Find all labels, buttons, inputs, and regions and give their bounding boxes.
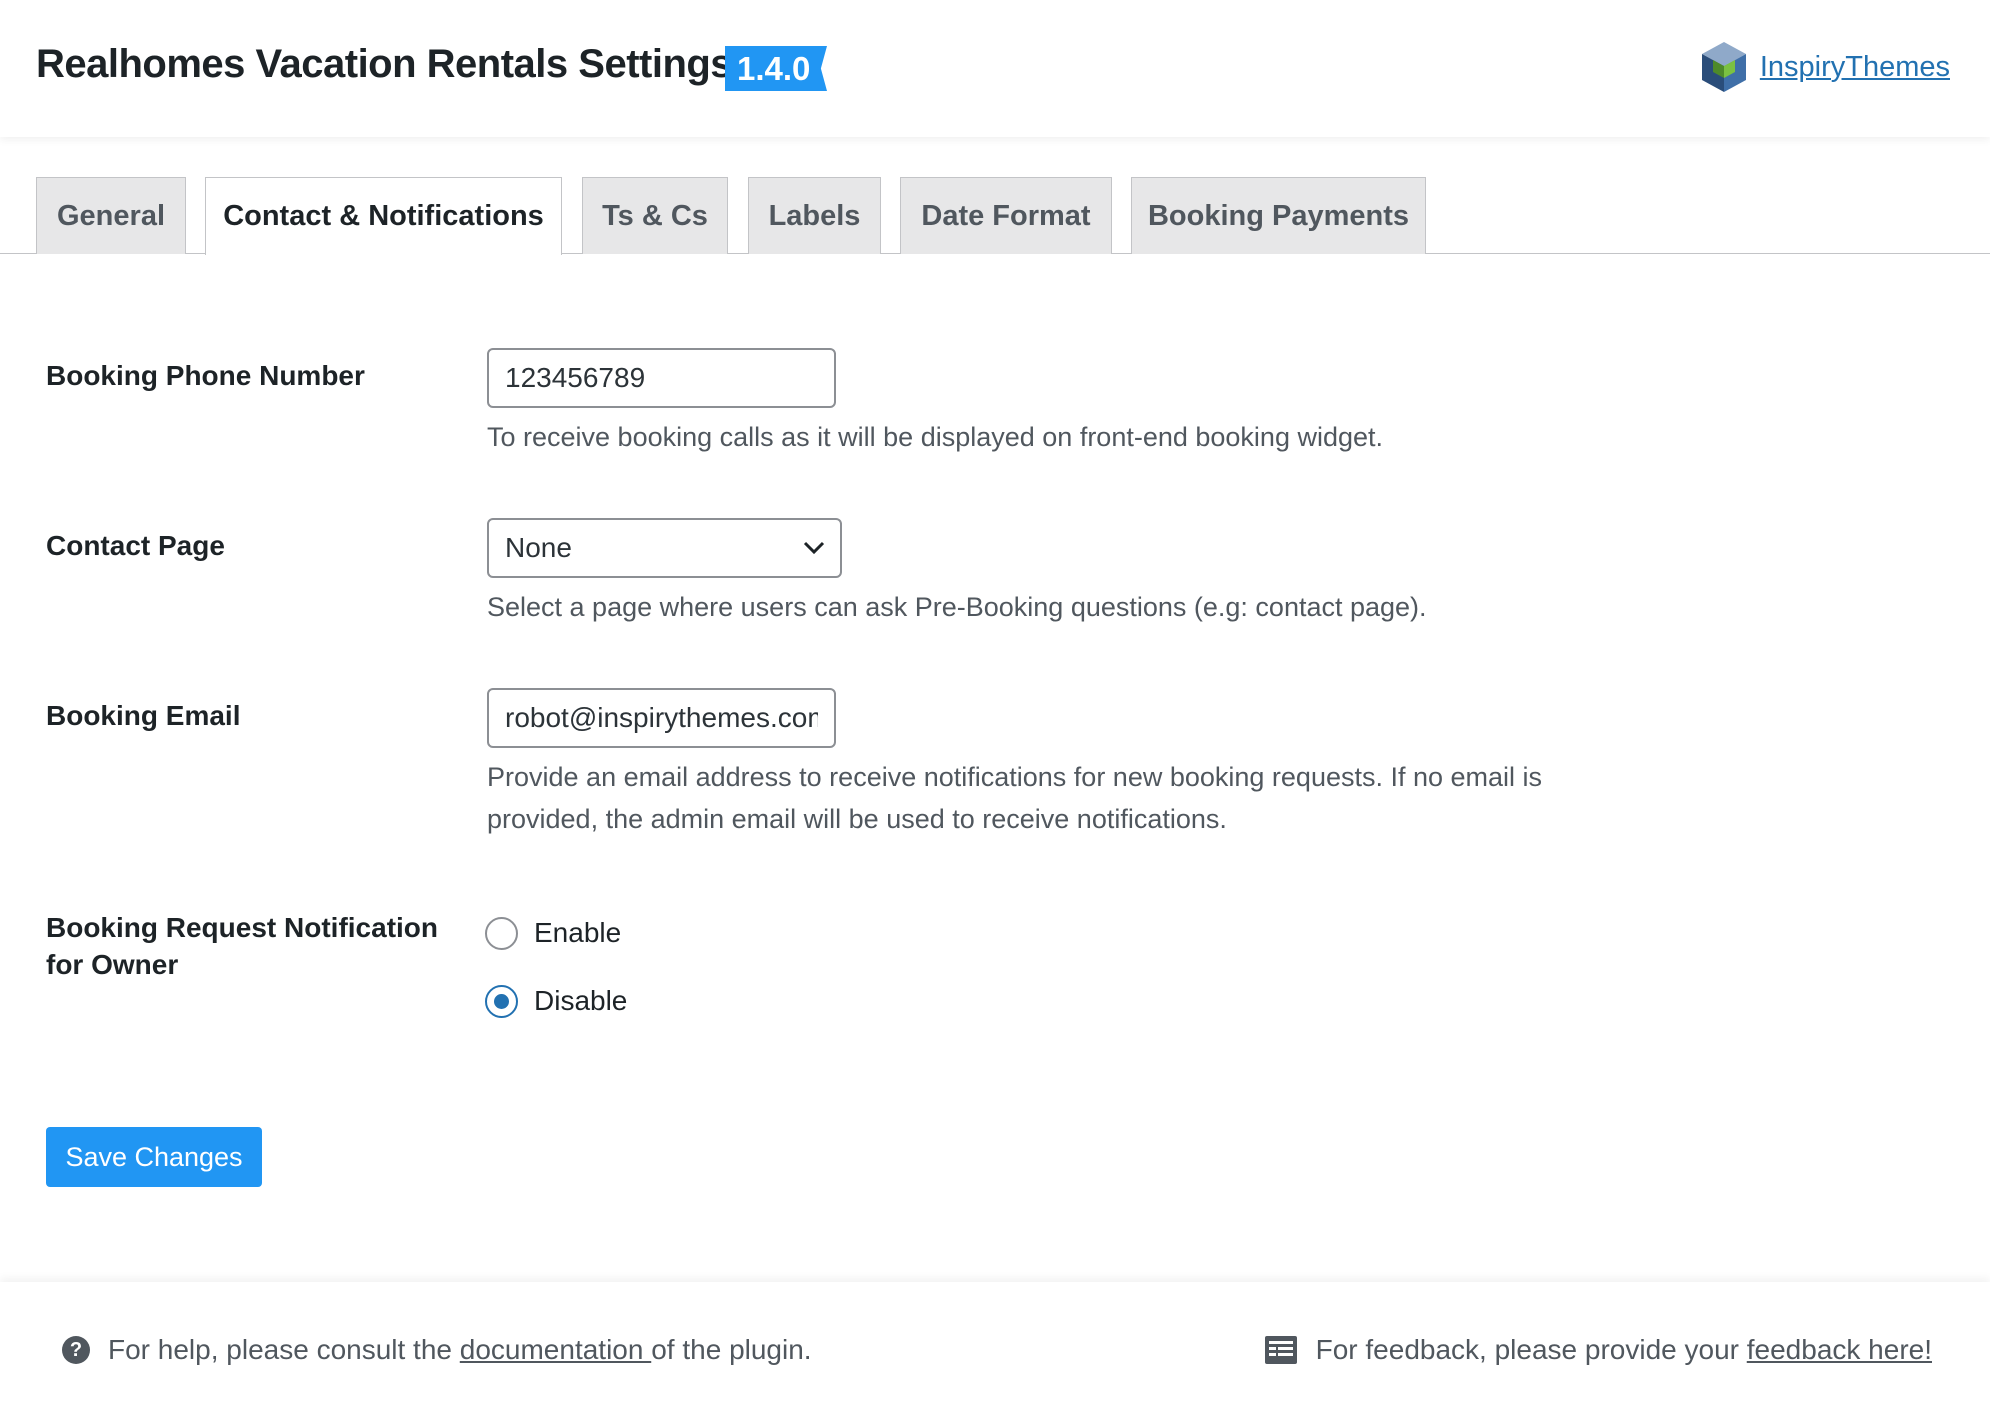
help-notice: ? For help, please consult the documenta… xyxy=(62,1334,812,1366)
inspirythemes-link[interactable]: InspiryThemes xyxy=(1760,51,1950,84)
feedback-text-prefix: For feedback, please provide your xyxy=(1315,1334,1747,1365)
tab-contact-notifications[interactable]: Contact & Notifications xyxy=(205,177,562,255)
owner-notification-label-line-2: for Owner xyxy=(46,949,179,980)
feedback-form-icon xyxy=(1264,1336,1297,1364)
feedback-text: For feedback, please provide your feedba… xyxy=(1316,1334,1932,1366)
documentation-link[interactable]: documentation xyxy=(460,1334,651,1365)
contact-page-select[interactable]: None xyxy=(487,518,842,578)
brand[interactable]: InspiryThemes xyxy=(1698,40,1950,94)
tab-general[interactable]: General xyxy=(36,177,186,254)
radio-enable[interactable] xyxy=(485,916,518,950)
version-badge: 1.4.0 xyxy=(725,46,827,91)
email-description: Provide an email address to receive noti… xyxy=(487,756,1542,840)
page-header: Realhomes Vacation Rentals Settings 1.4.… xyxy=(0,0,1990,137)
feedback-notice: For feedback, please provide your feedba… xyxy=(1264,1334,1932,1366)
email-description-line-2: provided, the admin email will be used t… xyxy=(487,804,1227,834)
email-input[interactable] xyxy=(487,688,836,748)
radio-disable[interactable] xyxy=(485,984,518,1018)
save-changes-button[interactable]: Save Changes xyxy=(46,1127,262,1187)
page-footer: ? For help, please consult the documenta… xyxy=(0,1282,1990,1422)
contact-page-selected-value: None xyxy=(505,532,572,563)
help-text-prefix: For help, please consult the xyxy=(108,1334,460,1365)
tab-labels[interactable]: Labels xyxy=(748,177,881,254)
owner-notification-label: Booking Request Notification for Owner xyxy=(46,909,438,983)
help-text-suffix: of the plugin. xyxy=(651,1334,812,1365)
cube-logo-icon xyxy=(1701,42,1746,92)
contact-page-label: Contact Page xyxy=(46,530,225,561)
tab-ts-cs[interactable]: Ts & Cs xyxy=(582,177,728,254)
chevron-down-icon xyxy=(803,541,825,555)
help-text: For help, please consult the documentati… xyxy=(108,1334,812,1366)
phone-label: Booking Phone Number xyxy=(46,360,365,391)
tab-booking-payments[interactable]: Booking Payments xyxy=(1131,177,1426,254)
tab-date-format[interactable]: Date Format xyxy=(900,177,1112,254)
owner-notification-label-line-1: Booking Request Notification xyxy=(46,912,438,943)
radio-disable-row[interactable]: Disable xyxy=(485,981,627,1021)
question-circle-icon: ? xyxy=(62,1336,90,1364)
email-description-line-1: Provide an email address to receive noti… xyxy=(487,762,1543,792)
email-label: Booking Email xyxy=(46,700,241,731)
feedback-link[interactable]: feedback here! xyxy=(1747,1334,1932,1365)
radio-enable-label[interactable]: Enable xyxy=(534,917,621,949)
settings-tabs: General Contact & Notifications Ts & Cs … xyxy=(0,177,1990,255)
contact-page-description: Select a page where users can ask Pre-Bo… xyxy=(487,592,1427,622)
radio-disable-label[interactable]: Disable xyxy=(534,985,627,1017)
page-title: Realhomes Vacation Rentals Settings xyxy=(36,42,733,86)
phone-description: To receive booking calls as it will be d… xyxy=(487,422,1384,452)
phone-input[interactable] xyxy=(487,348,836,408)
radio-enable-row[interactable]: Enable xyxy=(485,913,621,953)
